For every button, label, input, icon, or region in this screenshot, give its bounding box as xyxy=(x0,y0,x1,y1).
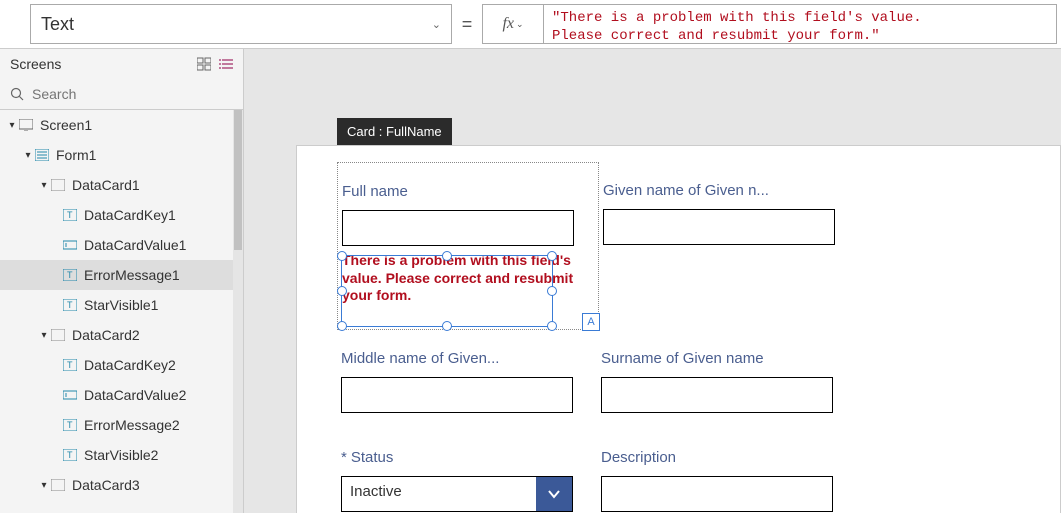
svg-text:T: T xyxy=(67,270,73,280)
label-fullname: Full name xyxy=(342,183,578,200)
text-icon: T xyxy=(62,207,78,223)
card-description[interactable]: Description xyxy=(597,429,857,513)
status-value: Inactive xyxy=(342,477,536,511)
search-icon xyxy=(10,87,24,101)
input-description[interactable] xyxy=(601,476,833,512)
card-fullname[interactable]: Full name There is a problem with this f… xyxy=(337,162,599,330)
tree-node-datacard1[interactable]: ▾DataCard1 xyxy=(0,170,243,200)
label-status: Status xyxy=(351,449,394,466)
tree-node-starvisible1[interactable]: TStarVisible1 xyxy=(0,290,243,320)
tree-node-datacardkey1[interactable]: TDataCardKey1 xyxy=(0,200,243,230)
input-status[interactable]: Inactive xyxy=(341,476,573,512)
input-fullname[interactable] xyxy=(342,210,574,246)
tree-scrollbar[interactable] xyxy=(233,110,243,513)
input-icon xyxy=(62,237,78,253)
svg-text:T: T xyxy=(67,360,73,370)
property-selector[interactable]: Text ⌄ xyxy=(30,4,452,44)
tree-node-datacardkey2[interactable]: TDataCardKey2 xyxy=(0,350,243,380)
label-description: Description xyxy=(601,449,837,466)
svg-text:T: T xyxy=(67,210,73,220)
tree-node-datacard3[interactable]: ▾DataCard3 xyxy=(0,470,243,500)
card-icon xyxy=(50,177,66,193)
card-status[interactable]: *Status Inactive xyxy=(337,429,597,513)
tree-node-form1[interactable]: ▾Form1 xyxy=(0,140,243,170)
tree-panel: Screens ▾Screen1 ▾Form1 ▾DataCard1 TData… xyxy=(0,49,244,513)
input-surname[interactable] xyxy=(601,377,833,413)
text-icon: T xyxy=(62,297,78,313)
tree-node-screen1[interactable]: ▾Screen1 xyxy=(0,110,243,140)
fx-button[interactable]: fx⌄ xyxy=(482,4,543,44)
property-label: Text xyxy=(41,14,74,35)
card-middlename[interactable]: Middle name of Given... xyxy=(337,330,597,429)
equals-sign: = xyxy=(452,0,482,48)
search-input[interactable] xyxy=(30,85,233,103)
svg-text:T: T xyxy=(67,420,73,430)
screen-icon xyxy=(18,117,34,133)
alignment-badge[interactable]: A xyxy=(582,313,600,331)
label-surname: Surname of Given name xyxy=(601,350,837,367)
tree-node-errormessage2[interactable]: TErrorMessage2 xyxy=(0,410,243,440)
svg-text:T: T xyxy=(67,300,73,310)
status-dropdown-button[interactable] xyxy=(536,477,572,511)
card-icon xyxy=(50,477,66,493)
card-icon xyxy=(50,327,66,343)
formula-input[interactable]: "There is a problem with this field's va… xyxy=(543,4,1057,44)
tree-node-starvisible2[interactable]: TStarVisible2 xyxy=(0,440,243,470)
form-icon xyxy=(34,147,50,163)
required-star: * xyxy=(341,449,347,466)
input-icon xyxy=(62,387,78,403)
input-middlename[interactable] xyxy=(341,377,573,413)
label-middlename: Middle name of Given... xyxy=(341,350,577,367)
list-view-icon[interactable] xyxy=(219,57,233,71)
input-givenname[interactable] xyxy=(603,209,835,245)
chevron-down-icon xyxy=(545,485,563,503)
tree-node-datacardvalue1[interactable]: DataCardValue1 xyxy=(0,230,243,260)
chevron-down-icon: ⌄ xyxy=(432,18,441,31)
tree-header: Screens xyxy=(10,56,61,72)
text-icon: T xyxy=(62,447,78,463)
text-icon: T xyxy=(62,417,78,433)
svg-text:T: T xyxy=(67,450,73,460)
card-givenname[interactable]: Given name of Given n... xyxy=(599,162,859,330)
text-icon: T xyxy=(62,267,78,283)
tree-node-datacard2[interactable]: ▾DataCard2 xyxy=(0,320,243,350)
card-tooltip: Card : FullName xyxy=(337,118,452,145)
card-surname[interactable]: Surname of Given name xyxy=(597,330,857,429)
tree-node-errormessage1[interactable]: TErrorMessage1 xyxy=(0,260,243,290)
canvas-area[interactable]: Card : FullName Full name There is a pro… xyxy=(244,49,1061,513)
thumbnails-view-icon[interactable] xyxy=(197,57,211,71)
label-givenname: Given name of Given n... xyxy=(603,182,839,199)
error-message-text[interactable]: There is a problem with this field's val… xyxy=(342,252,574,305)
text-icon: T xyxy=(62,357,78,373)
tree-node-datacardvalue2[interactable]: DataCardValue2 xyxy=(0,380,243,410)
